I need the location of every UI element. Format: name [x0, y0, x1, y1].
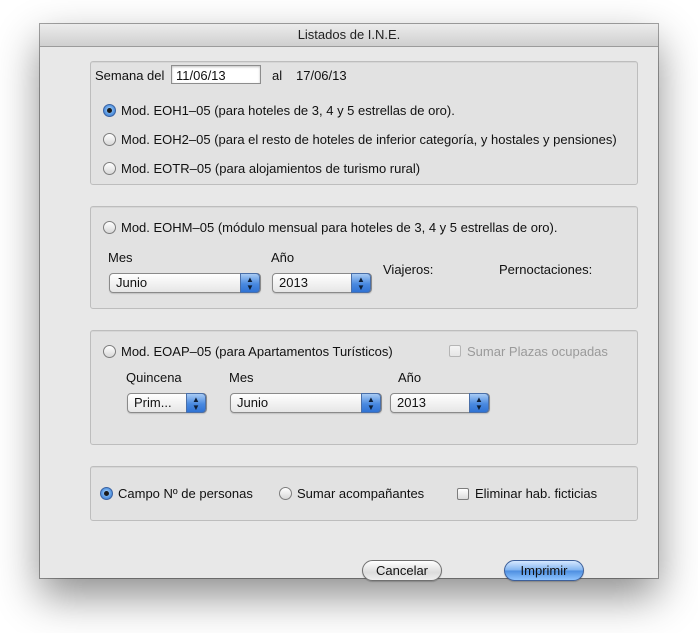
eohm-label[interactable]: Mod. EOHM–05 (módulo mensual para hotele… — [121, 220, 557, 235]
pernoctaciones-label: Pernoctaciones: — [499, 262, 593, 277]
eotr-label[interactable]: Mod. EOTR–05 (para alojamientos de turis… — [121, 161, 420, 176]
apartments-anio-select[interactable]: 2013 ▲ ▼ — [390, 393, 490, 413]
eoh2-label[interactable]: Mod. EOH2–05 (para el resto de hoteles d… — [121, 132, 617, 147]
week-from-field[interactable]: 11/06/13 — [171, 65, 261, 84]
chevron-updown-icon: ▲ ▼ — [469, 393, 489, 413]
apartments-anio-label: Año — [398, 370, 422, 385]
monthly-anio-select[interactable]: 2013 ▲ ▼ — [272, 273, 372, 293]
weekly-group: Semana del 11/06/13 al 17/06/13 Mod. EOH… — [90, 61, 638, 185]
monthly-mes-select[interactable]: Junio ▲ ▼ — [109, 273, 261, 293]
quincena-select[interactable]: Prim... ▲ ▼ — [127, 393, 207, 413]
campo-personas-radio[interactable] — [100, 487, 113, 500]
dialog-window: Listados de I.N.E. Semana del 11/06/13 a… — [40, 24, 658, 581]
monthly-anio-label: Año — [271, 250, 295, 265]
eohm-radio[interactable] — [103, 221, 116, 234]
window-title: Listados de I.N.E. — [40, 24, 658, 47]
eoap-label[interactable]: Mod. EOAP–05 (para Apartamentos Turístic… — [121, 344, 393, 359]
apartments-mes-label: Mes — [229, 370, 254, 385]
campo-personas-label[interactable]: Campo Nº de personas — [118, 486, 253, 501]
sumar-plazas-label[interactable]: Sumar Plazas ocupadas — [467, 344, 608, 359]
chevron-updown-icon: ▲ ▼ — [361, 393, 381, 413]
eoap-radio[interactable] — [103, 345, 116, 358]
chevron-updown-icon: ▲ ▼ — [351, 273, 371, 293]
apartments-mes-value: Junio — [237, 395, 269, 410]
sumar-acompanantes-label[interactable]: Sumar acompañantes — [297, 486, 424, 501]
dialog-content: Semana del 11/06/13 al 17/06/13 Mod. EOH… — [40, 47, 658, 581]
viajeros-label: Viajeros: — [383, 262, 434, 277]
quincena-label: Quincena — [126, 370, 182, 385]
cancel-button[interactable]: Cancelar — [362, 560, 442, 581]
monthly-anio-value: 2013 — [279, 275, 308, 290]
chevron-updown-icon: ▲ ▼ — [186, 393, 206, 413]
monthly-mes-label: Mes — [108, 250, 133, 265]
options-group: Campo Nº de personas Sumar acompañantes … — [90, 466, 638, 521]
eliminar-hab-checkbox[interactable] — [457, 488, 469, 500]
chevron-updown-icon: ▲ ▼ — [240, 273, 260, 293]
monthly-mes-value: Junio — [116, 275, 148, 290]
week-to-label: al — [272, 68, 283, 83]
week-to-value: 17/06/13 — [296, 68, 347, 83]
sumar-acompanantes-radio[interactable] — [279, 487, 292, 500]
eliminar-hab-label[interactable]: Eliminar hab. ficticias — [475, 486, 597, 501]
quincena-value: Prim... — [134, 395, 172, 410]
week-from-label: Semana del — [95, 68, 165, 83]
eotr-radio[interactable] — [103, 162, 116, 175]
eoh1-radio[interactable] — [103, 104, 116, 117]
apartments-group: Mod. EOAP–05 (para Apartamentos Turístic… — [90, 330, 638, 445]
apartments-anio-value: 2013 — [397, 395, 426, 410]
sumar-plazas-checkbox[interactable] — [449, 345, 461, 357]
monthly-group: Mod. EOHM–05 (módulo mensual para hotele… — [90, 206, 638, 309]
print-button[interactable]: Imprimir — [504, 560, 584, 581]
apartments-mes-select[interactable]: Junio ▲ ▼ — [230, 393, 382, 413]
eoh1-label[interactable]: Mod. EOH1–05 (para hoteles de 3, 4 y 5 e… — [121, 103, 455, 118]
eoh2-radio[interactable] — [103, 133, 116, 146]
